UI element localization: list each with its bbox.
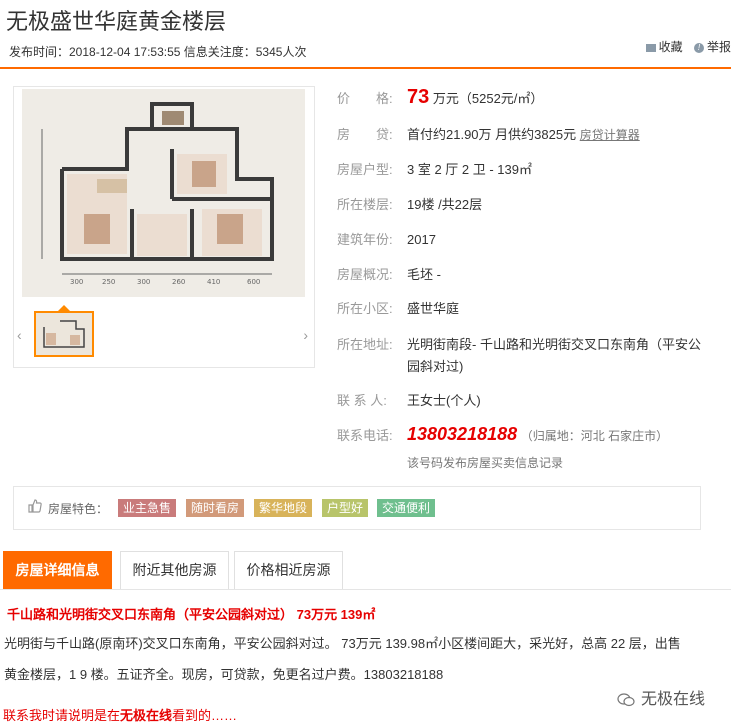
description-line-2: 黄金楼层，1 9 楼。五证齐全。现房，可贷款，免更名过户费。1380321818… [4,667,444,682]
feature-tag: 繁华地段 [254,499,313,517]
address-label: 所在地址: [337,337,393,352]
contact-note-site: 无极在线 [120,708,173,723]
year-label: 建筑年份: [337,232,393,247]
address-line-1: 光明街南段- 千山路和光明街交叉口东南角（平安公 [407,337,701,352]
layout-row: 房屋户型: 3 室 2 厅 2 卫 - 139㎡ [337,159,532,178]
loan-label: 房 贷: [337,127,393,142]
report-label: 举报 [706,40,731,54]
loan-calculator-link[interactable]: 房贷计算器 [580,128,640,142]
contact-note-prefix: 联系我时请说明是在 [3,708,121,723]
thumbnail-strip: ‹ › [14,305,314,365]
photo-gallery: 300 250 300 260 410 600 ‹ › [13,86,315,368]
contact-note: 联系我时请说明是在无极在线看到的…… [3,705,237,724]
report-button[interactable]: ! 举报 [693,40,731,54]
action-bar: 收藏 ! 举报 [638,38,731,55]
chat-bubble-icon [617,693,635,706]
price-unit: 万元（5252元/㎡） [432,91,544,106]
community-row: 所在小区: 盛世华庭 [337,298,459,317]
address-row-cont: 园斜对过) [407,356,463,375]
phone-history-link[interactable]: 该号码发布房屋买卖信息记录 [407,456,563,470]
condition-value: 毛坯 - [407,267,441,282]
watermark: 无极在线 [612,683,709,711]
svg-text:410: 410 [207,278,220,286]
condition-row: 房屋概况: 毛坯 - [337,264,441,283]
address-line-2: 园斜对过) [407,359,464,374]
tab-house-details[interactable]: 房屋详细信息 [3,551,112,589]
price-row: 价 格: 73 万元（5252元/㎡） [337,86,543,109]
community-value: 盛世华庭 [407,301,460,316]
svg-text:300: 300 [70,278,83,286]
description-headline: 千山路和光明街交叉口东南角（平安公园斜对过） 73万元 139㎡ [7,607,376,622]
watermark-text: 无极在线 [640,691,705,708]
phone-region: （归属地：河北 石家庄市） [520,429,669,443]
address-row: 所在地址: 光明街南段- 千山路和光明街交叉口东南角（平安公 [337,334,701,353]
phone-value[interactable]: 13803218188 [407,424,517,444]
price-value: 73 [407,86,430,108]
favorite-button[interactable]: 收藏 [645,40,683,54]
svg-text:260: 260 [172,278,185,286]
year-value: 2017 [407,232,436,247]
page-title: 无极盛世华庭黄金楼层 [6,9,227,34]
contact-note-suffix: 看到的…… [172,708,238,723]
floor-value: 19楼 /共22层 [407,197,483,212]
next-photo-button[interactable]: › [303,327,308,343]
contact-value: 王女士(个人) [407,393,481,408]
contact-label: 联 系 人: [337,393,387,408]
layout-label: 房屋户型: [337,162,393,177]
floor-row: 所在楼层: 19楼 /共22层 [337,194,482,213]
layout-value: 3 室 2 厅 2 卫 - 139㎡ [407,162,532,177]
floor-label: 所在楼层: [337,197,393,212]
floor-plan-thumbnail[interactable] [34,311,94,357]
tab-similar-price[interactable]: 价格相近房源 [234,551,343,589]
contact-row: 联 系 人: 王女士(个人) [337,390,481,409]
header-divider [0,67,731,69]
features-label: 房屋特色： [48,502,109,516]
community-label: 所在小区: [337,301,393,316]
description-line-1: 光明街与千山路(原南环)交叉口东南角，平安公园斜对过。 73万元 139.98㎡… [4,636,681,651]
feature-tag: 户型好 [322,499,369,517]
publish-meta: 发布时间：2018-12-04 17:53:55 信息关注度：5345人次 [9,45,307,59]
loan-row: 房 贷: 首付约21.90万 月供约3825元 房贷计算器 [337,124,640,143]
favorite-label: 收藏 [658,40,683,54]
feature-tag: 业主急售 [118,499,177,517]
folder-icon [645,43,656,52]
floor-plan-image[interactable]: 300 250 300 260 410 600 [22,89,305,297]
thumbs-up-icon [28,499,42,513]
feature-tag: 交通便利 [377,499,436,517]
phone-row: 联系电话: 13803218188 （归属地：河北 石家庄市） [337,424,668,445]
year-row: 建筑年份: 2017 [337,229,436,248]
condition-label: 房屋概况: [337,267,393,282]
prev-photo-button[interactable]: ‹ [17,327,22,343]
svg-text:300: 300 [137,278,150,286]
price-label: 价 格: [337,91,393,106]
feature-tag: 随时看房 [186,499,245,517]
phone-note-row: 该号码发布房屋买卖信息记录 [407,454,563,471]
svg-text:250: 250 [102,278,115,286]
report-icon: ! [693,42,704,53]
loan-value: 首付约21.90万 月供约3825元 [407,127,577,142]
phone-label: 联系电话: [337,428,393,443]
svg-text:600: 600 [247,278,260,286]
tab-nearby-listings[interactable]: 附近其他房源 [120,551,229,589]
tabs-divider [0,589,731,590]
features-box: 房屋特色： 业主急售 随时看房 繁华地段 户型好 交通便利 [13,486,701,530]
